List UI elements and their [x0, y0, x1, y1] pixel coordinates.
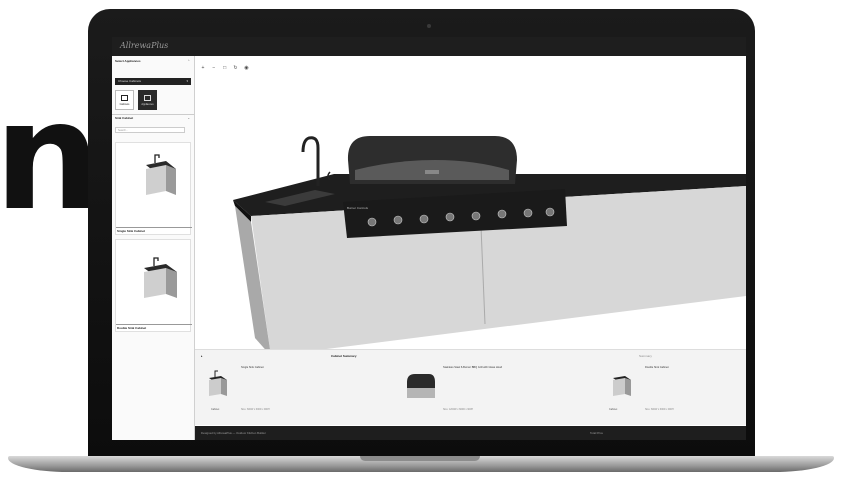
- double-sink-thumbnail: [144, 257, 177, 298]
- cabinet-dropdown[interactable]: Choose Cabinets ▾: [115, 78, 191, 85]
- summary-thumb: [613, 376, 631, 396]
- summary-thumb: [209, 370, 227, 396]
- laptop-hinge-notch: [360, 456, 480, 461]
- summary-item[interactable]: Double Sink Cabinet Cabinet Size: 600W x…: [605, 362, 745, 422]
- summary-item-meta: Size: 600W x 600D x 900H: [241, 408, 270, 411]
- product-card-double-sink[interactable]: Double Sink Cabinet: [115, 239, 192, 332]
- summary-item-tag: Cabinet: [211, 408, 220, 411]
- app-screen: AllrewaPlus Select Appliances ⌃ Choose C…: [112, 37, 746, 440]
- select-appliances-label: Select Appliances: [115, 59, 141, 63]
- sidebar: Select Appliances ⌃ Choose Cabinets ▾ Ca…: [112, 56, 195, 440]
- status-bar: Designed by AllrewaPlus — Outdoor Kitche…: [195, 426, 746, 440]
- summary-item-name: Double Sink Cabinet: [645, 366, 669, 369]
- summary-item-meta: Size: 1200W x 600D x 900H: [443, 408, 474, 411]
- title-bar: AllrewaPlus: [112, 37, 746, 56]
- summary-item-tag: Cabinet: [609, 408, 618, 411]
- summary-panel: ▸ Cabinet Summary Summary Single Sink Ca…: [195, 349, 746, 425]
- panel-collapse-icon[interactable]: ▸: [201, 354, 203, 359]
- summary-item-meta: Size: 600W x 600D x 900H: [645, 408, 674, 411]
- control-panel-label: Burner Controls: [347, 206, 369, 210]
- card-label: Single Sink Cabinet: [116, 227, 192, 234]
- search-input[interactable]: Search...: [115, 127, 185, 133]
- cabinet-icon: [121, 95, 128, 101]
- total-price-label: Total Price: [590, 431, 604, 435]
- tab-appliances[interactable]: Appliances: [138, 90, 157, 110]
- 3d-viewport[interactable]: Burner Controls: [195, 56, 746, 356]
- sink-cabinet-label: Sink Cabinet: [115, 116, 134, 120]
- tab-cabinet-summary[interactable]: Cabinet Summary: [331, 354, 357, 359]
- tab-summary[interactable]: Summary: [639, 354, 652, 359]
- tab-cabinets-label: Cabinets: [119, 103, 130, 106]
- chevron-down-icon: ⌃: [187, 59, 190, 63]
- webcam-dot: [427, 24, 431, 28]
- cabinet-dropdown-value: Choose Cabinets: [118, 79, 142, 83]
- caret-down-icon: ▾: [186, 79, 188, 83]
- summary-item[interactable]: Stainless Steel 6-Burner BBQ Grill with …: [403, 362, 593, 422]
- summary-item[interactable]: Single Sink Cabinet Cabinet Size: 600W x…: [201, 362, 371, 422]
- summary-item-name: Stainless Steel 6-Burner BBQ Grill with …: [443, 366, 503, 369]
- tab-cabinets[interactable]: Cabinets: [115, 90, 134, 110]
- product-card-single-sink[interactable]: Single Sink Cabinet: [115, 142, 192, 235]
- single-sink-thumbnail: [146, 154, 176, 195]
- summary-item-name: Single Sink Cabinet: [241, 366, 264, 369]
- appliance-icon: [144, 95, 151, 101]
- chevron-up-icon: ⌄: [187, 116, 190, 120]
- card-label: Double Sink Cabinet: [116, 324, 192, 331]
- select-appliances-header[interactable]: Select Appliances ⌃: [112, 58, 194, 65]
- tab-appliances-label: Appliances: [141, 103, 154, 106]
- sink-cabinet-header[interactable]: Sink Cabinet ⌄: [112, 114, 194, 121]
- kitchen-render: Burner Controls: [233, 136, 746, 356]
- status-left-text: Designed by AllrewaPlus — Outdoor Kitche…: [201, 431, 266, 435]
- app-logo: AllrewaPlus: [120, 41, 169, 50]
- summary-thumb: [407, 374, 435, 398]
- hero-letter: n: [0, 70, 101, 244]
